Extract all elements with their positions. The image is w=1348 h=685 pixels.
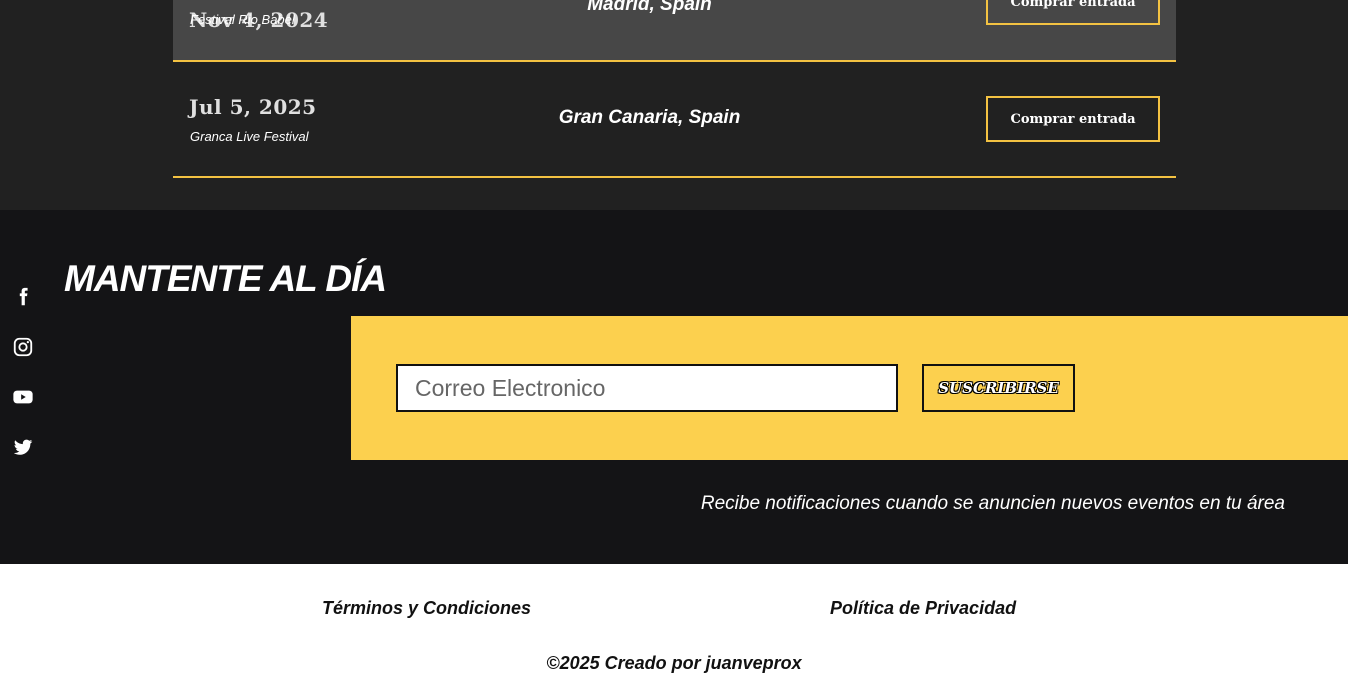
- buy-ticket-button[interactable]: Comprar entrada: [986, 0, 1160, 25]
- event-city: Gran Canaria, Spain: [558, 107, 741, 128]
- copyright-text: ©2025 Creado por juanveprox: [546, 653, 802, 673]
- events-section: Nov 4, 2024 Festival Rio Babel Madrid, S…: [0, 0, 1348, 210]
- event-festival-name: Granca Live Festival: [190, 129, 309, 144]
- social-links: [12, 286, 36, 486]
- event-row: Jul 5, 2025 Granca Live Festival Gran Ca…: [173, 62, 1176, 178]
- privacy-link[interactable]: Política de Privacidad: [830, 598, 1016, 619]
- buy-ticket-button[interactable]: Comprar entrada: [986, 96, 1160, 142]
- newsletter-section: MANTENTE AL DÍA SUSCRIBIRSE Recibe notif…: [0, 210, 1348, 564]
- newsletter-form: SUSCRIBIRSE: [351, 316, 1348, 460]
- event-city: Madrid, Spain: [587, 0, 712, 15]
- subscribe-button[interactable]: SUSCRIBIRSE: [922, 364, 1075, 412]
- youtube-icon[interactable]: [12, 386, 34, 408]
- footer: Términos y Condiciones Política de Priva…: [0, 564, 1348, 685]
- event-row: Nov 4, 2024 Festival Rio Babel Madrid, S…: [173, 0, 1176, 62]
- newsletter-note: Recibe notificaciones cuando se anuncien…: [700, 493, 1285, 514]
- newsletter-title: MANTENTE AL DÍA: [64, 258, 387, 299]
- twitter-icon[interactable]: [12, 436, 34, 458]
- instagram-icon[interactable]: [12, 336, 34, 358]
- terms-link[interactable]: Términos y Condiciones: [322, 598, 531, 619]
- email-input[interactable]: [396, 364, 898, 412]
- facebook-icon[interactable]: [12, 286, 34, 308]
